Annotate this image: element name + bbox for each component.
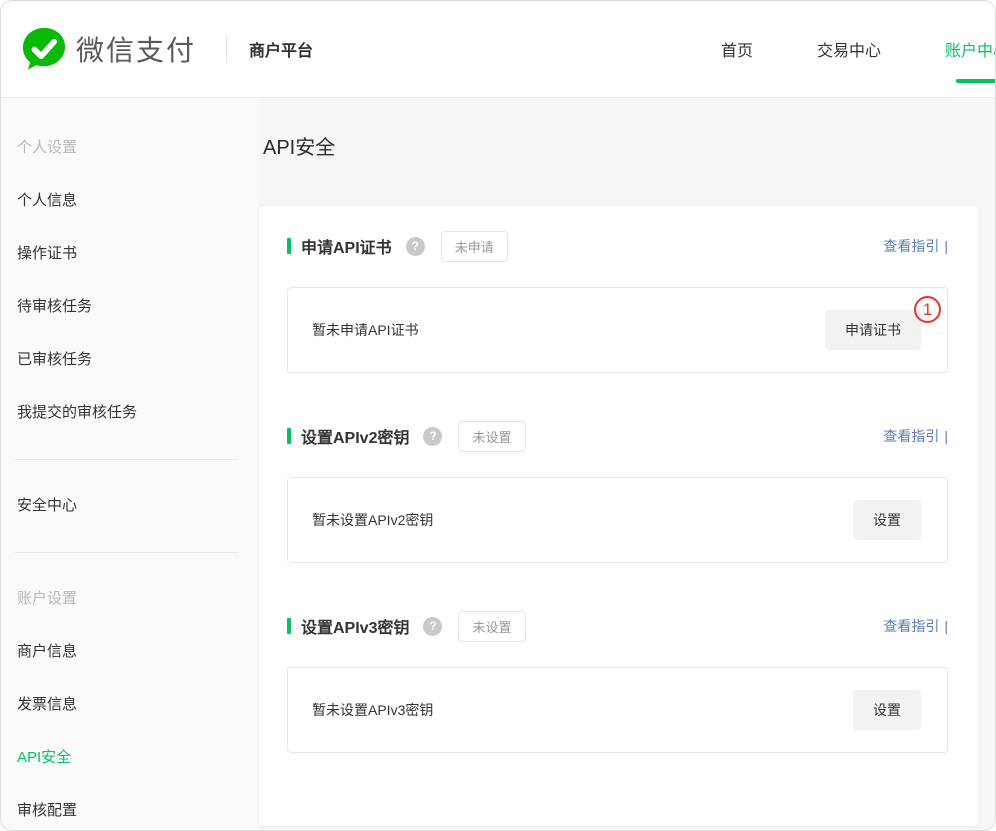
- apiv2-status-box: 暂未设置APIv2密钥 设置: [287, 477, 948, 563]
- sidebar-item-pending-review-tasks[interactable]: 待审核任务: [1, 280, 259, 333]
- section-title: 申请API证书: [301, 234, 392, 258]
- nav-item-account-center[interactable]: 账户中心: [945, 33, 996, 65]
- set-apiv2-key-button[interactable]: 设置: [853, 500, 921, 540]
- page-body: 个人设置 个人信息 操作证书 待审核任务 已审核任务 我提交的审核任务 安全中心…: [1, 98, 995, 830]
- status-badge: 未设置: [458, 611, 525, 642]
- brand-name: 微信支付: [76, 29, 196, 69]
- sidebar-divider: [15, 552, 239, 553]
- wechat-pay-logo-icon: [21, 26, 67, 72]
- help-icon[interactable]: ?: [406, 237, 425, 256]
- section-apiv3-key: 设置APIv3密钥 ? 未设置 查看指引 | 暂未设置APIv3密钥 设置: [287, 613, 948, 753]
- set-apiv3-key-button[interactable]: 设置: [853, 690, 921, 730]
- status-badge: 未设置: [458, 421, 525, 452]
- sidebar-item-personal-info[interactable]: 个人信息: [1, 174, 259, 227]
- section-title: 设置APIv3密钥: [301, 614, 409, 638]
- clipped-text: |: [944, 428, 948, 444]
- sidebar-item-merchant-info[interactable]: 商户信息: [1, 625, 259, 678]
- section-apiv2-key: 设置APIv2密钥 ? 未设置 查看指引 | 暂未设置APIv2密钥 设置: [287, 423, 948, 563]
- sidebar-item-invoice-info[interactable]: 发票信息: [1, 678, 259, 731]
- sidebar-item-api-security[interactable]: API安全: [1, 731, 259, 784]
- clipped-text: |: [944, 238, 948, 254]
- help-icon[interactable]: ?: [423, 617, 442, 636]
- status-badge: 未申请: [441, 231, 508, 262]
- sidebar: 个人设置 个人信息 操作证书 待审核任务 已审核任务 我提交的审核任务 安全中心…: [1, 98, 259, 830]
- certificate-status-box: 暂未申请API证书 申请证书 1: [287, 287, 948, 373]
- accent-bar: [287, 428, 291, 444]
- sidebar-item-reviewed-tasks[interactable]: 已审核任务: [1, 333, 259, 386]
- nav-item-account-center-label: 账户中心: [945, 43, 996, 60]
- nav-item-transaction-center[interactable]: 交易中心: [817, 33, 881, 65]
- sidebar-item-operation-certificate[interactable]: 操作证书: [1, 227, 259, 280]
- sidebar-group-personal-settings: 个人设置: [1, 121, 259, 174]
- sidebar-item-review-config[interactable]: 审核配置: [1, 784, 259, 830]
- empty-state-text: 暂未申请API证书: [312, 320, 419, 340]
- top-header: 微信支付 商户平台 首页 交易中心 账户中心: [1, 1, 995, 98]
- header-divider: [226, 36, 227, 62]
- sidebar-item-security-center[interactable]: 安全中心: [1, 479, 259, 532]
- clipped-text: |: [944, 618, 948, 634]
- active-tab-underline: [956, 79, 996, 83]
- sidebar-divider: [15, 459, 239, 460]
- section-header: 申请API证书 ? 未申请 查看指引 |: [287, 233, 948, 259]
- section-api-certificate: 申请API证书 ? 未申请 查看指引 | 暂未申请API证书 申请证书 1: [287, 233, 948, 373]
- empty-state-text: 暂未设置APIv3密钥: [312, 700, 433, 720]
- main-content: API安全 申请API证书 ? 未申请 查看指引 | 暂未申请API证书 申请证…: [259, 98, 995, 830]
- section-header: 设置APIv2密钥 ? 未设置 查看指引 |: [287, 423, 948, 449]
- apply-certificate-button[interactable]: 申请证书: [825, 310, 921, 350]
- accent-bar: [287, 618, 291, 634]
- view-guide-link[interactable]: 查看指引: [883, 426, 939, 446]
- accent-bar: [287, 238, 291, 254]
- nav-item-home[interactable]: 首页: [721, 33, 753, 65]
- sidebar-item-my-submitted-review-tasks[interactable]: 我提交的审核任务: [1, 386, 259, 439]
- wechat-pay-merchant-window: 微信支付 商户平台 首页 交易中心 账户中心 个人设置 个人信息 操作证书 待审…: [0, 0, 996, 831]
- view-guide-link[interactable]: 查看指引: [883, 616, 939, 636]
- empty-state-text: 暂未设置APIv2密钥: [312, 510, 433, 530]
- view-guide-link[interactable]: 查看指引: [883, 236, 939, 256]
- section-header: 设置APIv3密钥 ? 未设置 查看指引 |: [287, 613, 948, 639]
- sidebar-group-account-settings: 账户设置: [1, 572, 259, 625]
- portal-name: 商户平台: [249, 37, 313, 61]
- help-icon[interactable]: ?: [423, 427, 442, 446]
- page-title: API安全: [263, 134, 995, 162]
- api-security-card: 申请API证书 ? 未申请 查看指引 | 暂未申请API证书 申请证书 1: [259, 206, 978, 826]
- top-nav: 首页 交易中心 账户中心: [721, 33, 996, 65]
- section-title: 设置APIv2密钥: [301, 424, 409, 448]
- apiv3-status-box: 暂未设置APIv3密钥 设置: [287, 667, 948, 753]
